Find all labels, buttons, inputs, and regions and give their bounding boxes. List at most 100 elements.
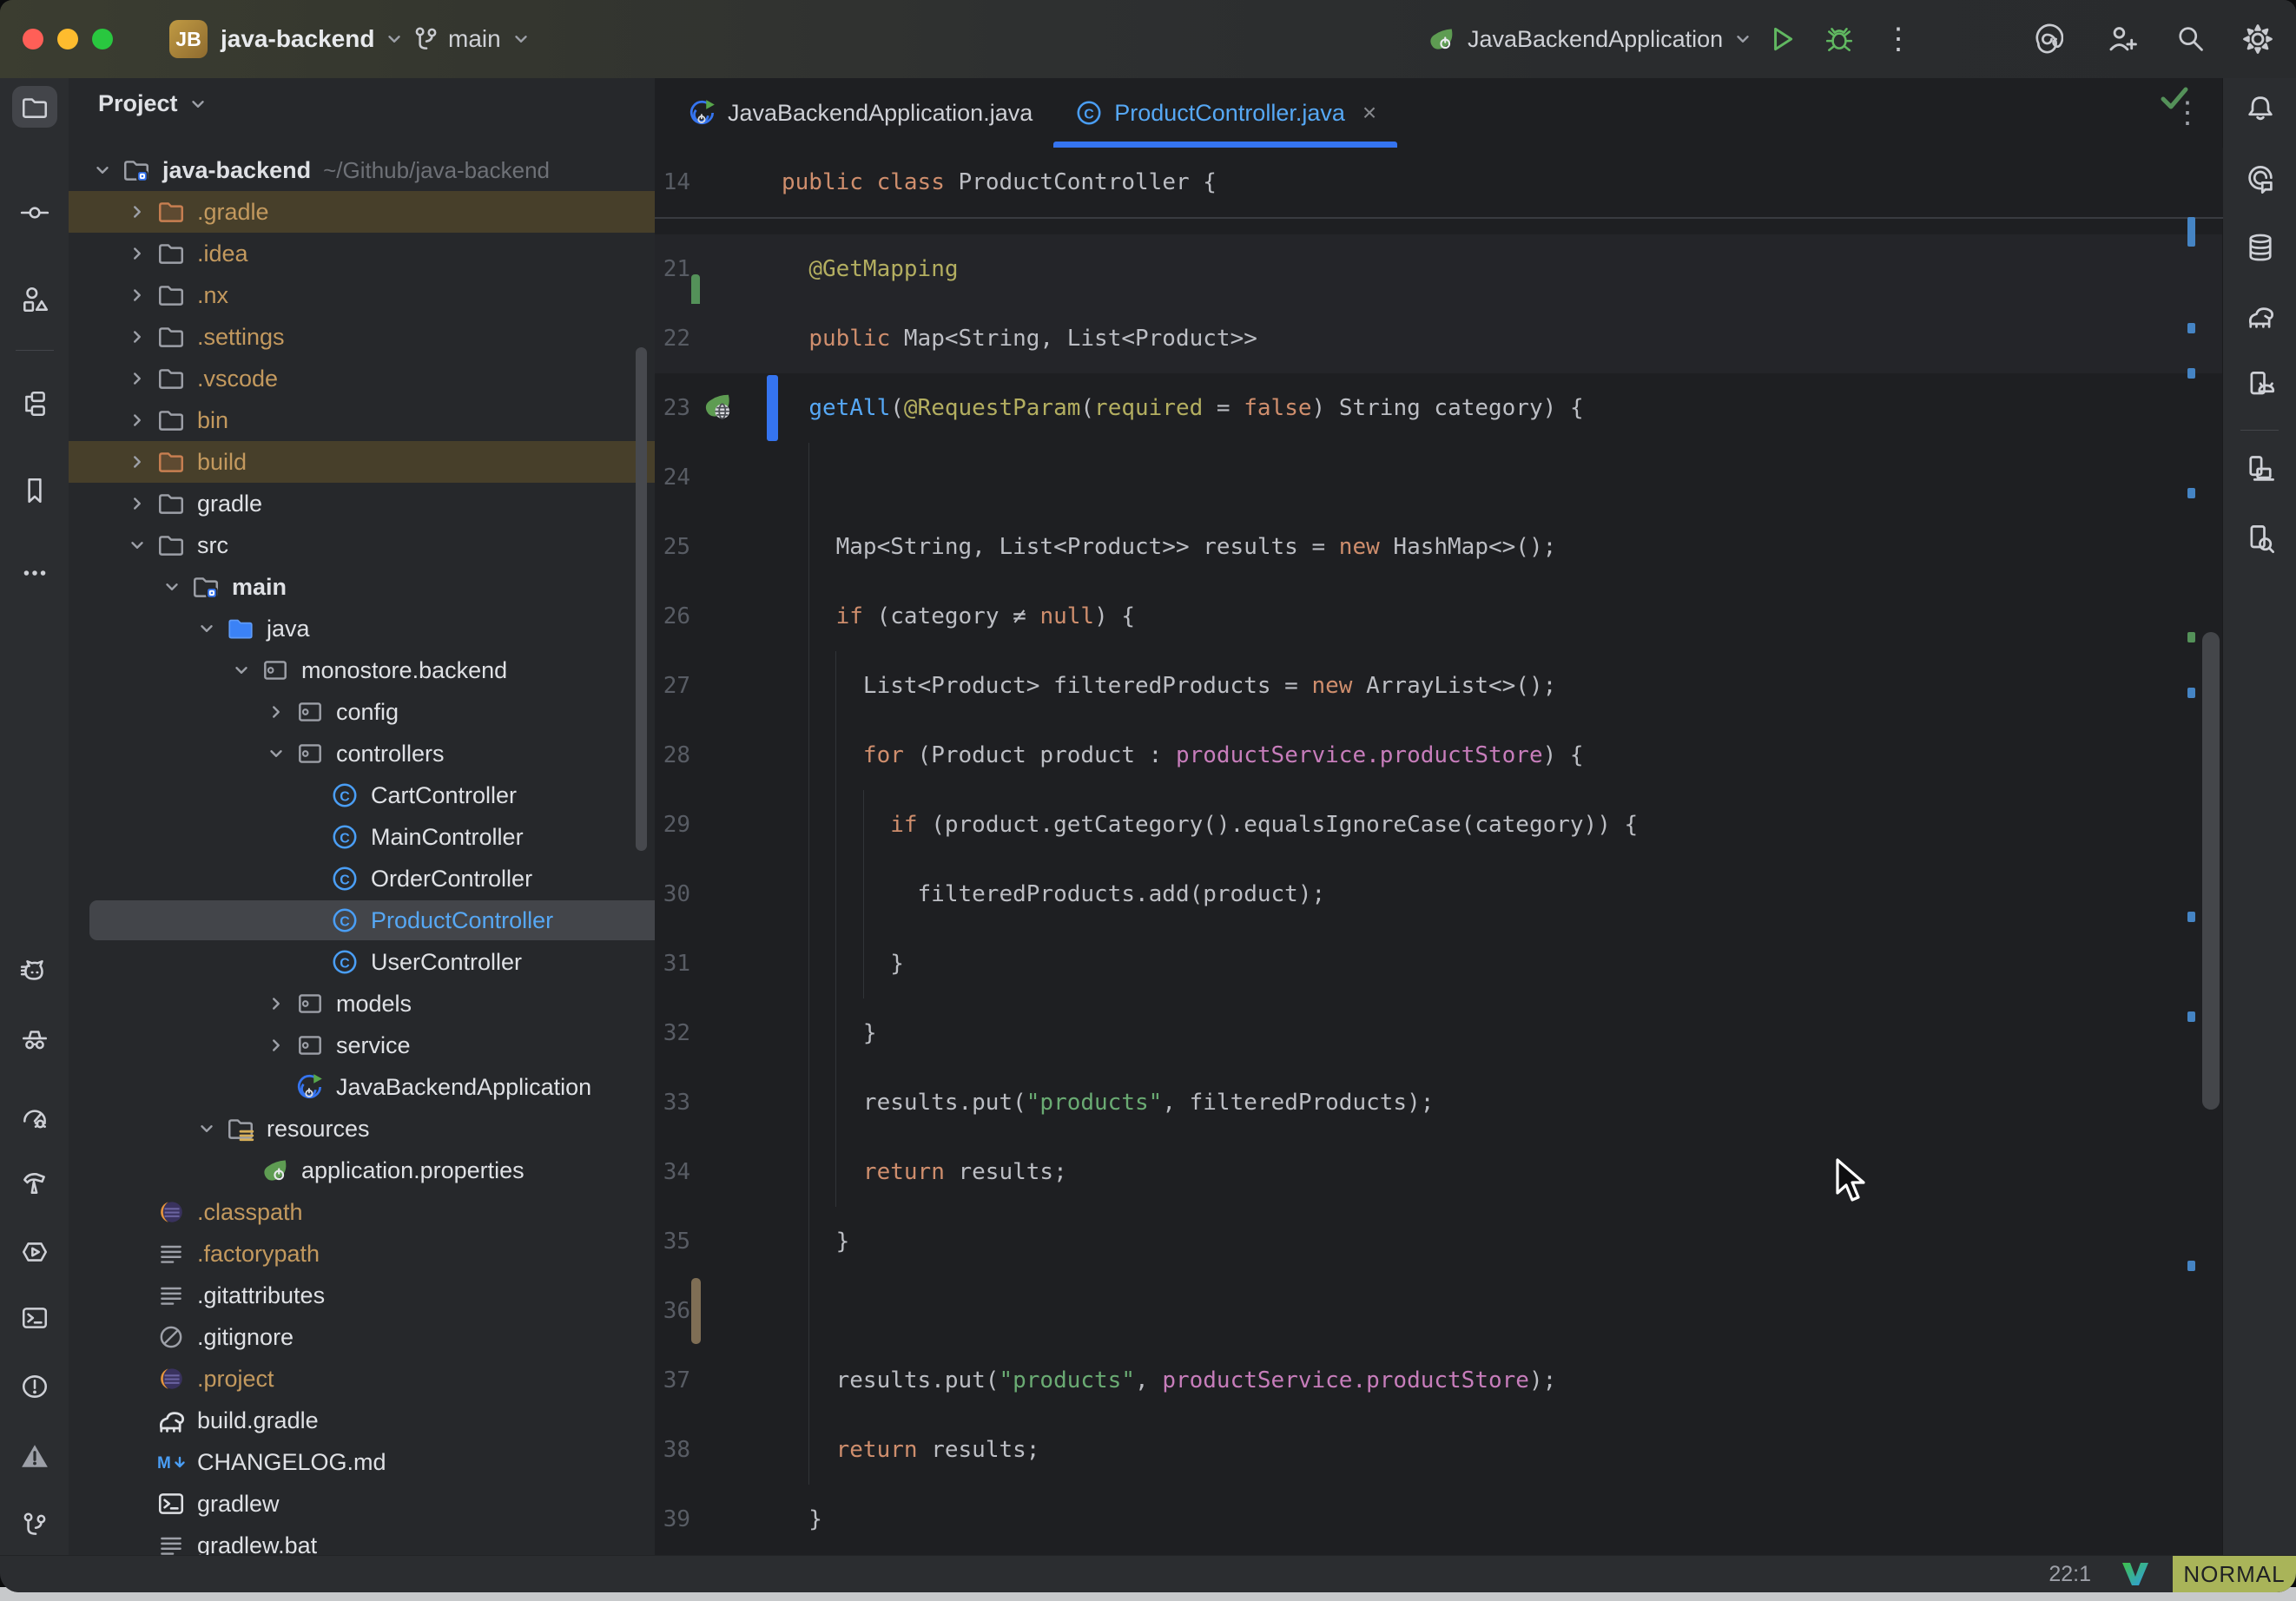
tree-item-maincontroller[interactable]: CMainController (69, 816, 655, 858)
commit-icon[interactable] (12, 192, 57, 234)
database-icon[interactable] (2238, 227, 2283, 268)
gutter-modified-marker[interactable] (691, 1278, 701, 1344)
device-manager-icon[interactable] (2238, 448, 2283, 490)
tree-item-idea[interactable]: .idea (69, 233, 655, 274)
code-line-39[interactable]: 39 } (655, 1485, 2223, 1554)
error-stripe-mark[interactable] (2187, 688, 2195, 698)
profiler-icon[interactable] (12, 1096, 57, 1137)
chevron-right-icon[interactable] (119, 494, 155, 513)
tree-item-monostore-backend[interactable]: monostore.backend (69, 649, 655, 691)
chevron-down-icon[interactable] (188, 619, 225, 638)
chevron-right-icon[interactable] (258, 1036, 294, 1055)
tree-item-application-properties[interactable]: application.properties (69, 1150, 655, 1191)
line-number[interactable]: 23 (655, 373, 690, 443)
tree-item-controllers[interactable]: controllers (69, 733, 655, 774)
line-number[interactable]: 34 (655, 1137, 690, 1207)
zoom-window-button[interactable] (92, 29, 113, 49)
copilot-cat-icon[interactable] (12, 952, 57, 993)
vcs-branch-widget[interactable]: main (448, 0, 531, 78)
code-line-31[interactable]: 31 } (655, 929, 2223, 998)
code-line-27[interactable]: 27 List<Product> filteredProducts = new … (655, 651, 2223, 721)
tree-item-models[interactable]: models (69, 983, 655, 1025)
structure-shapes-icon[interactable] (12, 279, 57, 320)
code-line-24[interactable]: 24 (655, 443, 2223, 512)
tree-item-vscode[interactable]: .vscode (69, 358, 655, 399)
tree-item-gradle[interactable]: .gradle (69, 191, 655, 233)
error-stripe-mark[interactable] (2187, 323, 2195, 333)
inspections-ok-icon[interactable] (2161, 87, 2188, 109)
tree-item-settings[interactable]: .settings (69, 316, 655, 358)
tree-item-gradlew-bat[interactable]: gradlew.bat (69, 1525, 655, 1556)
chevron-right-icon[interactable] (119, 452, 155, 471)
tree-item-factorypath[interactable]: .factorypath (69, 1233, 655, 1275)
line-number[interactable]: 38 (655, 1415, 690, 1485)
line-number[interactable]: 14 (655, 148, 690, 217)
caret-position-widget[interactable]: 22:1 (2049, 1562, 2091, 1587)
chevron-down-icon[interactable] (188, 1119, 225, 1138)
tree-item-gitattributes[interactable]: .gitattributes (69, 1275, 655, 1316)
run-configuration-widget[interactable]: JavaBackendApplication (1468, 0, 1752, 78)
chevron-down-icon[interactable] (154, 577, 190, 596)
debug-button[interactable] (1820, 0, 1858, 78)
project-tree-scrollbar[interactable] (636, 347, 647, 851)
incognito-icon[interactable] (12, 1018, 57, 1060)
problems-icon[interactable] (12, 1366, 57, 1407)
code-line-28[interactable]: 28 for (Product product : productService… (655, 721, 2223, 790)
code-editor[interactable]: 14public class ProductController {21 @Ge… (655, 148, 2223, 1556)
minimize-window-button[interactable] (57, 29, 78, 49)
code-line-38[interactable]: 38 return results; (655, 1415, 2223, 1485)
chevron-right-icon[interactable] (258, 994, 294, 1013)
line-number[interactable]: 27 (655, 651, 690, 721)
line-number[interactable]: 32 (655, 998, 690, 1068)
device-explorer-icon[interactable] (2238, 518, 2283, 560)
code-line-36[interactable]: 36 (655, 1276, 2223, 1346)
tree-item-cartcontroller[interactable]: CCartController (69, 774, 655, 816)
bookmarks-icon[interactable] (12, 470, 57, 511)
tree-item-java[interactable]: java (69, 608, 655, 649)
error-stripe-mark[interactable] (2187, 1011, 2195, 1022)
tree-item-resources[interactable]: resources (69, 1108, 655, 1150)
code-line-37[interactable]: 37 results.put("products", productServic… (655, 1346, 2223, 1415)
line-number[interactable]: 25 (655, 512, 690, 582)
ai-assistant-icon[interactable] (2238, 159, 2283, 201)
run-button[interactable] (1763, 0, 1801, 78)
error-stripe-mark[interactable] (2187, 632, 2195, 642)
project-widget[interactable]: java-backend (221, 0, 404, 78)
more-actions-button[interactable]: ⋮ (1883, 0, 1914, 78)
close-window-button[interactable] (23, 29, 43, 49)
tree-item-gradlew[interactable]: gradlew (69, 1483, 655, 1525)
version-control-icon[interactable] (12, 1504, 57, 1545)
line-number[interactable]: 28 (655, 721, 690, 790)
code-line-32[interactable]: 32 } (655, 998, 2223, 1068)
tab-productcontroller-java[interactable]: CProductController.java× (1053, 78, 1397, 148)
line-number[interactable]: 30 (655, 860, 690, 929)
line-number[interactable]: 35 (655, 1207, 690, 1276)
line-number[interactable]: 36 (655, 1276, 690, 1346)
code-line-33[interactable]: 33 results.put("products", filteredProdu… (655, 1068, 2223, 1137)
vim-mode-badge[interactable]: NORMAL (2173, 1556, 2296, 1592)
line-number[interactable]: 21 (655, 234, 690, 304)
error-stripe-mark[interactable] (2187, 217, 2195, 247)
tree-item-classpath[interactable]: .classpath (69, 1191, 655, 1233)
tree-item-build-gradle[interactable]: build.gradle (69, 1400, 655, 1441)
line-number[interactable]: 26 (655, 582, 690, 651)
search-everywhere-button[interactable] (2171, 0, 2209, 78)
gradle-icon[interactable] (2238, 295, 2283, 337)
rest-endpoint-icon[interactable] (702, 391, 735, 424)
chevron-right-icon[interactable] (119, 411, 155, 430)
code-line-26[interactable]: 26 if (category ≠ null) { (655, 582, 2223, 651)
chevron-down-icon[interactable] (258, 744, 294, 763)
error-stripe-mark[interactable] (2187, 912, 2195, 922)
code-line-21[interactable]: 21 @GetMapping (655, 234, 2223, 304)
settings-button[interactable] (2237, 0, 2279, 78)
chevron-right-icon[interactable] (119, 202, 155, 221)
project-avatar[interactable]: JB (169, 20, 208, 58)
chevron-right-icon[interactable] (119, 327, 155, 346)
tree-item-config[interactable]: config (69, 691, 655, 733)
vim-plugin-icon[interactable] (2121, 1561, 2150, 1587)
terminal-icon[interactable] (12, 1297, 57, 1339)
tree-item-gradle[interactable]: gradle (69, 483, 655, 524)
running-devices-icon[interactable] (2238, 365, 2283, 406)
tree-item-changelog-md[interactable]: MCHANGELOG.md (69, 1441, 655, 1483)
services-icon[interactable] (12, 1231, 57, 1273)
